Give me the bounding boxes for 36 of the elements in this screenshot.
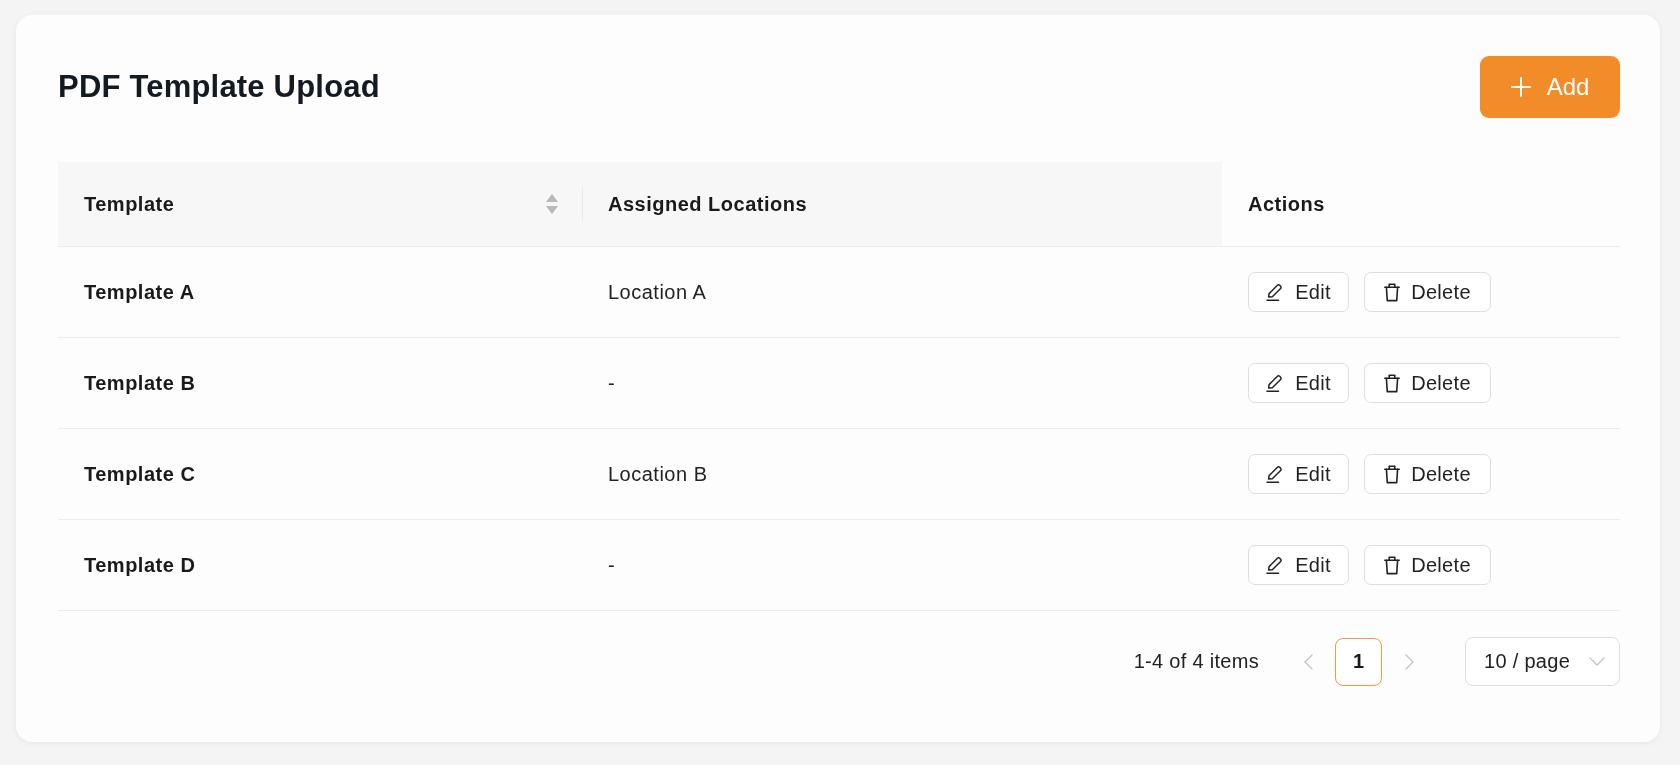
template-name: Template A [84, 280, 195, 304]
location-text: Location A [608, 280, 707, 304]
edit-button[interactable]: Edit [1248, 363, 1349, 403]
plus-icon [1510, 77, 1531, 97]
pencil-icon [1266, 283, 1285, 301]
sort-icon[interactable] [546, 194, 558, 214]
column-title: Assigned Locations [608, 192, 808, 216]
pagination-summary: 1-4 of 4 items [1133, 650, 1259, 673]
delete-button[interactable]: Delete [1364, 454, 1491, 494]
column-title: Actions [1248, 192, 1325, 216]
edit-button[interactable]: Edit [1248, 272, 1349, 312]
delete-button[interactable]: Delete [1364, 272, 1491, 312]
template-name: Template C [84, 462, 196, 486]
trash-icon [1384, 282, 1401, 302]
location-text: - [608, 371, 616, 395]
template-name: Template D [84, 553, 196, 577]
pencil-icon [1266, 374, 1285, 392]
pencil-icon [1266, 465, 1285, 483]
location-text: Location B [608, 462, 708, 486]
page-button[interactable]: 1 [1335, 637, 1382, 686]
trash-icon [1384, 464, 1401, 484]
chevron-left-icon [1302, 653, 1314, 670]
page-size-select[interactable]: 10 / page [1465, 637, 1620, 686]
column-title: Template [84, 192, 175, 216]
delete-button[interactable]: Delete [1364, 545, 1491, 585]
location-text: - [608, 553, 616, 577]
template-name: Template B [84, 371, 196, 395]
pencil-icon [1266, 556, 1285, 574]
chevron-right-icon [1403, 653, 1415, 670]
page-title: PDF Template Upload [58, 69, 380, 105]
delete-button[interactable]: Delete [1364, 363, 1491, 403]
edit-button[interactable]: Edit [1248, 545, 1349, 585]
trash-icon [1384, 373, 1401, 393]
chevron-down-icon [1589, 656, 1605, 667]
trash-icon [1384, 555, 1401, 575]
edit-button[interactable]: Edit [1248, 454, 1349, 494]
